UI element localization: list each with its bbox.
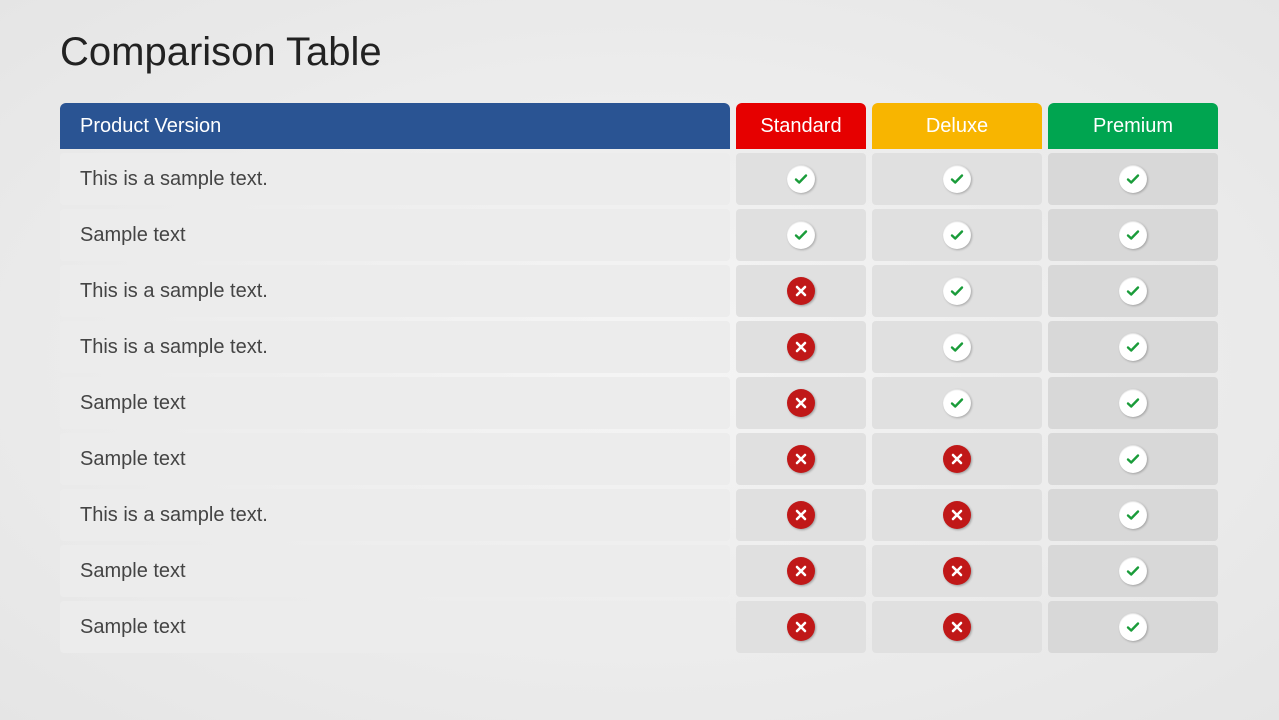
cross-icon [787, 389, 815, 417]
cross-icon [943, 557, 971, 585]
column-header-standard: Standard [736, 103, 866, 149]
cross-icon [787, 277, 815, 305]
check-icon [1119, 445, 1147, 473]
row-label: Sample text [60, 209, 730, 261]
feature-cell [872, 433, 1042, 485]
feature-cell [1048, 209, 1218, 261]
check-icon [1119, 557, 1147, 585]
row-label: This is a sample text. [60, 265, 730, 317]
check-icon [1119, 165, 1147, 193]
check-icon [787, 165, 815, 193]
feature-cell [736, 545, 866, 597]
feature-cell [736, 489, 866, 541]
cross-icon [943, 613, 971, 641]
cross-icon [787, 333, 815, 361]
feature-cell [872, 377, 1042, 429]
check-icon [1119, 221, 1147, 249]
feature-cell [736, 377, 866, 429]
cross-icon [943, 445, 971, 473]
row-label: Sample text [60, 377, 730, 429]
column-header-deluxe: Deluxe [872, 103, 1042, 149]
check-icon [1119, 277, 1147, 305]
cross-icon [787, 613, 815, 641]
feature-cell [736, 433, 866, 485]
feature-cell [872, 153, 1042, 205]
check-icon [787, 221, 815, 249]
column-header-product: Product Version [60, 103, 730, 149]
check-icon [943, 221, 971, 249]
row-label: Sample text [60, 433, 730, 485]
row-label: This is a sample text. [60, 321, 730, 373]
feature-cell [1048, 265, 1218, 317]
feature-cell [872, 321, 1042, 373]
feature-cell [872, 601, 1042, 653]
check-icon [943, 333, 971, 361]
check-icon [1119, 333, 1147, 361]
feature-cell [872, 265, 1042, 317]
slide-title: Comparison Table [60, 30, 1219, 75]
feature-cell [736, 209, 866, 261]
comparison-table: Product Version Standard Deluxe Premium … [60, 103, 1219, 653]
feature-cell [1048, 489, 1218, 541]
feature-cell [736, 153, 866, 205]
feature-cell [872, 489, 1042, 541]
feature-cell [736, 265, 866, 317]
row-label: Sample text [60, 545, 730, 597]
cross-icon [787, 501, 815, 529]
feature-cell [736, 601, 866, 653]
feature-cell [872, 209, 1042, 261]
check-icon [1119, 501, 1147, 529]
feature-cell [1048, 377, 1218, 429]
check-icon [943, 389, 971, 417]
check-icon [943, 165, 971, 193]
check-icon [1119, 389, 1147, 417]
feature-cell [1048, 153, 1218, 205]
cross-icon [787, 445, 815, 473]
row-label: Sample text [60, 601, 730, 653]
feature-cell [736, 321, 866, 373]
feature-cell [1048, 321, 1218, 373]
feature-cell [1048, 433, 1218, 485]
cross-icon [787, 557, 815, 585]
column-header-premium: Premium [1048, 103, 1218, 149]
feature-cell [1048, 545, 1218, 597]
row-label: This is a sample text. [60, 153, 730, 205]
cross-icon [943, 501, 971, 529]
check-icon [1119, 613, 1147, 641]
row-label: This is a sample text. [60, 489, 730, 541]
feature-cell [872, 545, 1042, 597]
check-icon [943, 277, 971, 305]
feature-cell [1048, 601, 1218, 653]
